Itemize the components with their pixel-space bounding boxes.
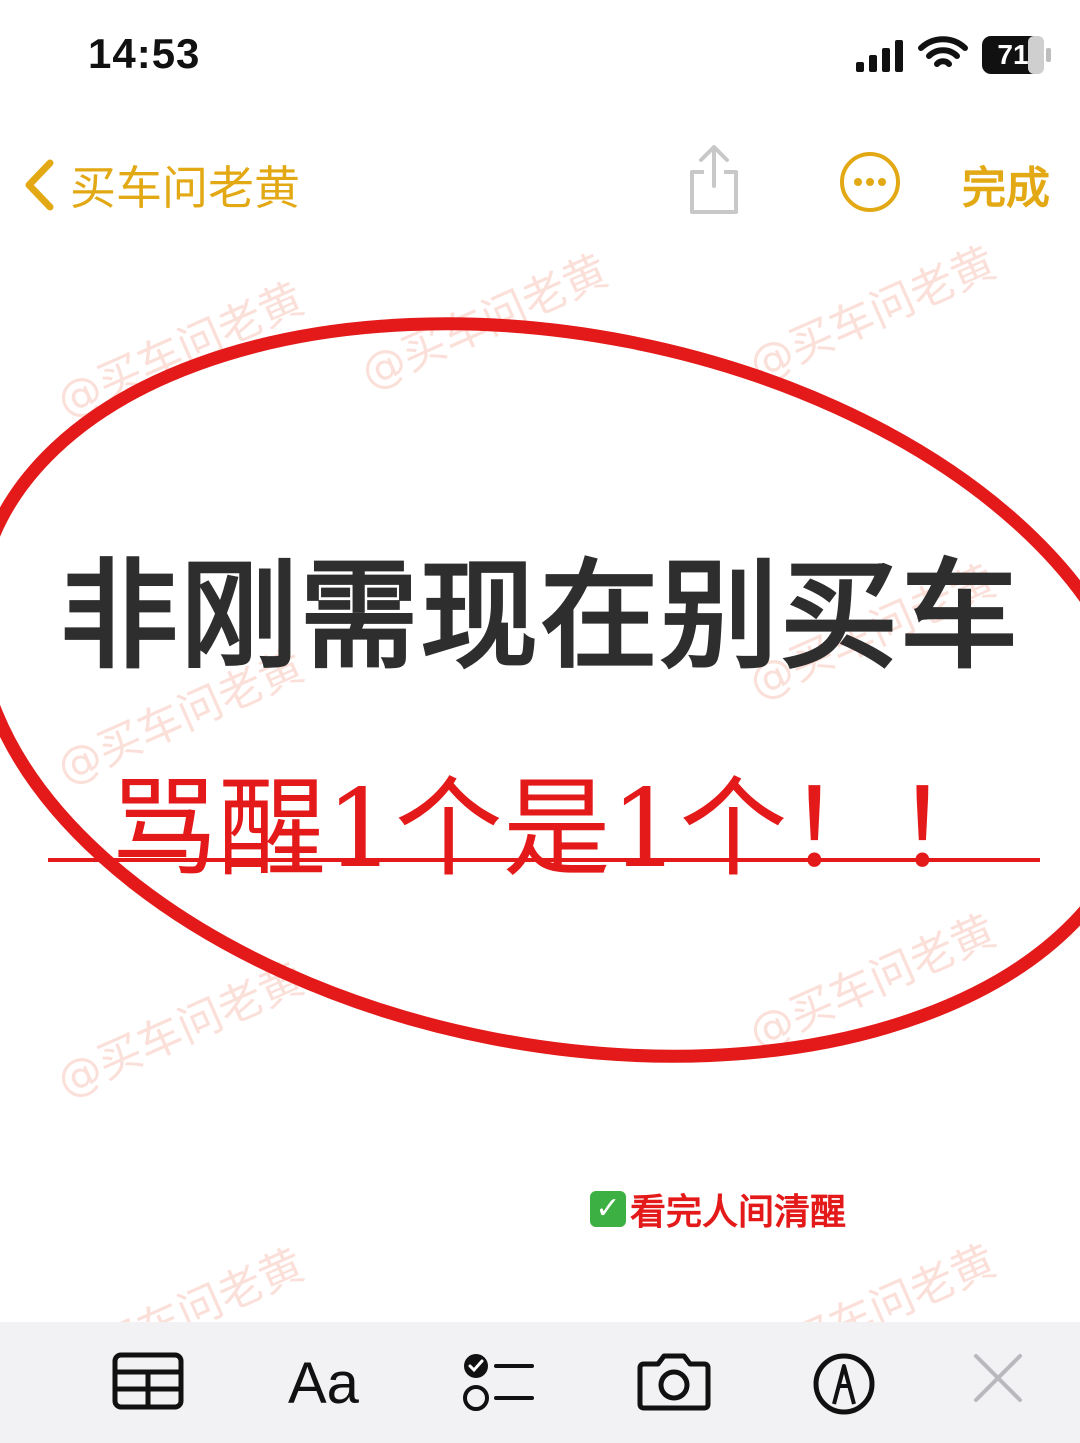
- bottom-toolbar: Aa: [0, 1322, 1080, 1443]
- footer-note: ✓ 看完人间清醒: [590, 1186, 847, 1233]
- footer-note-text: 看完人间清醒: [630, 1192, 847, 1233]
- close-icon[interactable]: [972, 1352, 1024, 1404]
- headline: 非刚需现在别买车: [59, 547, 1020, 685]
- subheadline-underline: [48, 858, 1040, 862]
- markup-pen-icon[interactable]: [812, 1352, 876, 1416]
- red-circle-annotation: [0, 317, 1080, 1063]
- text-format-button[interactable]: Aa: [288, 1350, 359, 1417]
- checklist-icon[interactable]: [462, 1352, 534, 1414]
- table-icon[interactable]: [112, 1352, 184, 1410]
- checkmark-icon: ✓: [590, 1191, 626, 1227]
- camera-icon[interactable]: [636, 1352, 712, 1412]
- subheadline: 骂醒1个是1个！！: [110, 767, 1004, 892]
